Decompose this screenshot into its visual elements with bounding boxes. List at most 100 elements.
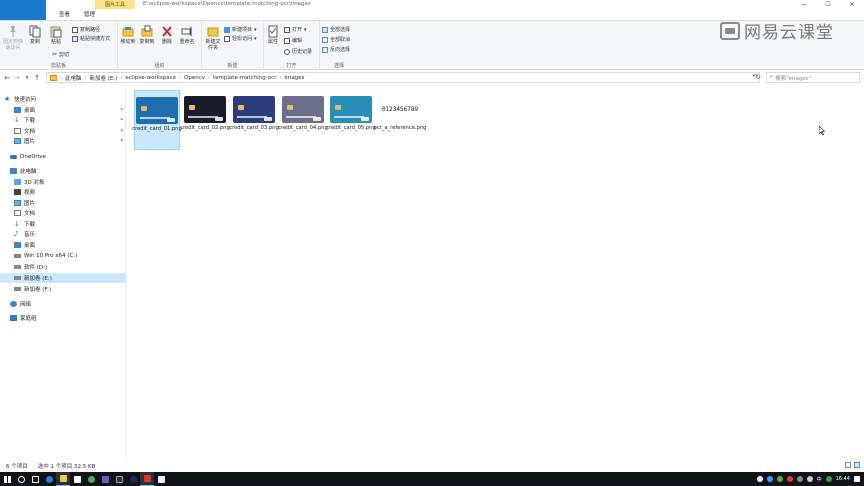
file-item[interactable]: 0123456789 ocr_a_reference.png: [374, 90, 427, 150]
tab-view[interactable]: 查看: [52, 10, 77, 20]
breadcrumb-this-pc[interactable]: 此电脑: [65, 74, 82, 82]
new-item-button[interactable]: 新建项目 ▾: [224, 26, 257, 33]
nav-homegroup[interactable]: 家庭组: [0, 313, 126, 323]
file-item[interactable]: credit_card_01.png: [132, 90, 182, 150]
nav-this-pc[interactable]: 此电脑: [0, 166, 126, 176]
edit-button[interactable]: 编辑: [284, 37, 302, 44]
properties-button[interactable]: 属性: [266, 25, 280, 45]
paste-shortcut-button[interactable]: 粘贴快捷方式: [72, 35, 110, 42]
recorder-taskbar-button[interactable]: [140, 472, 154, 486]
terminal-taskbar-button[interactable]: [112, 472, 126, 486]
easy-access-icon: [224, 35, 230, 42]
nav-videos[interactable]: 视频: [0, 187, 126, 197]
breadcrumb-images[interactable]: images: [284, 75, 304, 81]
notification-icon[interactable]: [854, 476, 860, 482]
tab-manage[interactable]: 管理: [77, 10, 102, 20]
new-folder-button[interactable]: 新建文件夹: [203, 25, 223, 51]
close-button[interactable]: ✕: [840, 0, 864, 10]
terminal-icon: [115, 475, 123, 483]
drive-icon: [14, 265, 21, 269]
file-item[interactable]: credit_card_03.png: [229, 90, 279, 150]
volume-icon[interactable]: [806, 476, 813, 482]
details-view-icon[interactable]: [845, 462, 851, 468]
file-item[interactable]: credit_card_05.png: [326, 90, 376, 150]
start-button[interactable]: [0, 472, 14, 486]
store-taskbar-button[interactable]: [70, 472, 84, 486]
new-group: 新建文件夹 新建项目 ▾ 轻松访问 ▾ 新建: [202, 21, 264, 70]
breadcrumb-eclipse-workspace[interactable]: eclipse-workspace: [125, 75, 176, 81]
nav-pictures-quick[interactable]: 图片 ✦: [0, 136, 126, 146]
file-item[interactable]: credit_card_02.png: [180, 90, 230, 150]
ime-indicator[interactable]: 中: [817, 476, 822, 483]
nav-desktop[interactable]: 桌面: [0, 240, 126, 250]
open-button[interactable]: 打开 ▾: [284, 26, 307, 33]
invert-selection-button[interactable]: 反向选择: [322, 46, 350, 53]
viewer-taskbar-button[interactable]: [154, 472, 168, 486]
maximize-button[interactable]: ☐: [816, 0, 840, 10]
file-item[interactable]: credit_card_04.png: [278, 90, 328, 150]
copy-to-button[interactable]: 复制到: [138, 25, 156, 45]
cut-button[interactable]: ✂ 剪切: [52, 51, 69, 58]
network-icon[interactable]: [796, 476, 803, 482]
delete-button[interactable]: 删除: [160, 25, 174, 45]
nav-drive-e[interactable]: 新加卷 (E:): [0, 273, 126, 283]
nav-pictures[interactable]: 图片: [0, 198, 126, 208]
nav-desktop-quick[interactable]: 桌面 ✦: [0, 105, 126, 115]
nav-drive-d[interactable]: 软件 (D:): [0, 262, 126, 272]
status-bar: 6 个项目 选中 1 个项目 32.5 KB: [0, 460, 864, 472]
edge-taskbar-button[interactable]: [42, 472, 56, 486]
clock[interactable]: 16:44: [836, 476, 850, 482]
minimize-button[interactable]: —: [792, 0, 816, 10]
nav-onedrive[interactable]: OneDrive: [0, 152, 126, 162]
select-all-button[interactable]: 全部选择: [322, 26, 350, 33]
chevron-right-icon: ›: [179, 74, 182, 81]
breadcrumb-opencv[interactable]: Opencv: [184, 75, 205, 81]
nav-downloads-quick[interactable]: ↓ 下载 ✦: [0, 115, 126, 125]
refresh-button[interactable]: ↻: [752, 72, 764, 83]
nav-drive-f[interactable]: 新加卷 (F:): [0, 284, 126, 294]
move-to-button[interactable]: 移动到: [119, 25, 137, 45]
up-button[interactable]: ↑: [32, 74, 42, 82]
search-input[interactable]: ⌕ 搜索"images": [766, 72, 860, 83]
eclipse-taskbar-button[interactable]: [126, 472, 140, 486]
select-none-button[interactable]: 全部取消: [322, 36, 350, 43]
picture-tools-tab[interactable]: 图片工具: [95, 0, 135, 9]
nav-documents-quick[interactable]: 文档 ✦: [0, 126, 126, 136]
tray-app-icon[interactable]: [786, 476, 793, 482]
nav-music[interactable]: ♪ 音乐: [0, 229, 126, 239]
watermark-logo: 网易云课堂: [720, 18, 834, 43]
file-name: credit_card_02.png: [180, 125, 230, 131]
copy-button[interactable]: 复制: [28, 25, 42, 45]
nav-downloads[interactable]: ↓ 下载: [0, 219, 126, 229]
scissors-icon: ✂: [52, 51, 58, 58]
forward-button[interactable]: →: [12, 74, 22, 82]
back-button[interactable]: ←: [2, 74, 12, 82]
easy-access-button[interactable]: 轻松访问 ▾: [224, 35, 257, 42]
search-taskbar-button[interactable]: [14, 472, 28, 486]
tray-app-icon[interactable]: [825, 476, 832, 482]
breadcrumb-drive-e[interactable]: 新加卷 (E:): [90, 74, 118, 82]
nav-drive-c[interactable]: Win 10 Pro x64 (C:): [0, 251, 126, 261]
file-name: ocr_a_reference.png: [373, 125, 427, 131]
task-view-button[interactable]: [28, 472, 42, 486]
pin-quick-access-button[interactable]: 固定到快速访问: [2, 25, 24, 51]
app-taskbar-button[interactable]: [98, 472, 112, 486]
cloud-icon: [10, 155, 17, 159]
nav-3d-objects[interactable]: 3D 对象: [0, 177, 126, 187]
nav-quick-access[interactable]: ★ 快速访问: [0, 94, 126, 104]
rename-button[interactable]: 重命名: [178, 25, 196, 45]
copy-path-button[interactable]: 复制路径: [72, 26, 100, 33]
chrome-taskbar-button[interactable]: [84, 472, 98, 486]
recent-locations-button[interactable]: ▾: [22, 75, 32, 81]
large-icons-view-icon[interactable]: [854, 462, 860, 468]
tray-app-icon[interactable]: [756, 476, 763, 482]
breadcrumb-template-matching-ocr[interactable]: template-matching-ocr: [213, 75, 276, 81]
history-button[interactable]: 历史记录: [284, 48, 312, 55]
address-bar[interactable]: › 此电脑 › 新加卷 (E:) › eclipse-workspace › O…: [46, 72, 760, 83]
wechat-icon[interactable]: [776, 476, 783, 482]
nav-documents[interactable]: 文档: [0, 208, 126, 218]
paste-button[interactable]: 粘贴: [48, 25, 64, 45]
explorer-taskbar-button[interactable]: [56, 472, 70, 486]
tray-app-icon[interactable]: [766, 476, 773, 482]
nav-network[interactable]: 网络: [0, 299, 126, 309]
